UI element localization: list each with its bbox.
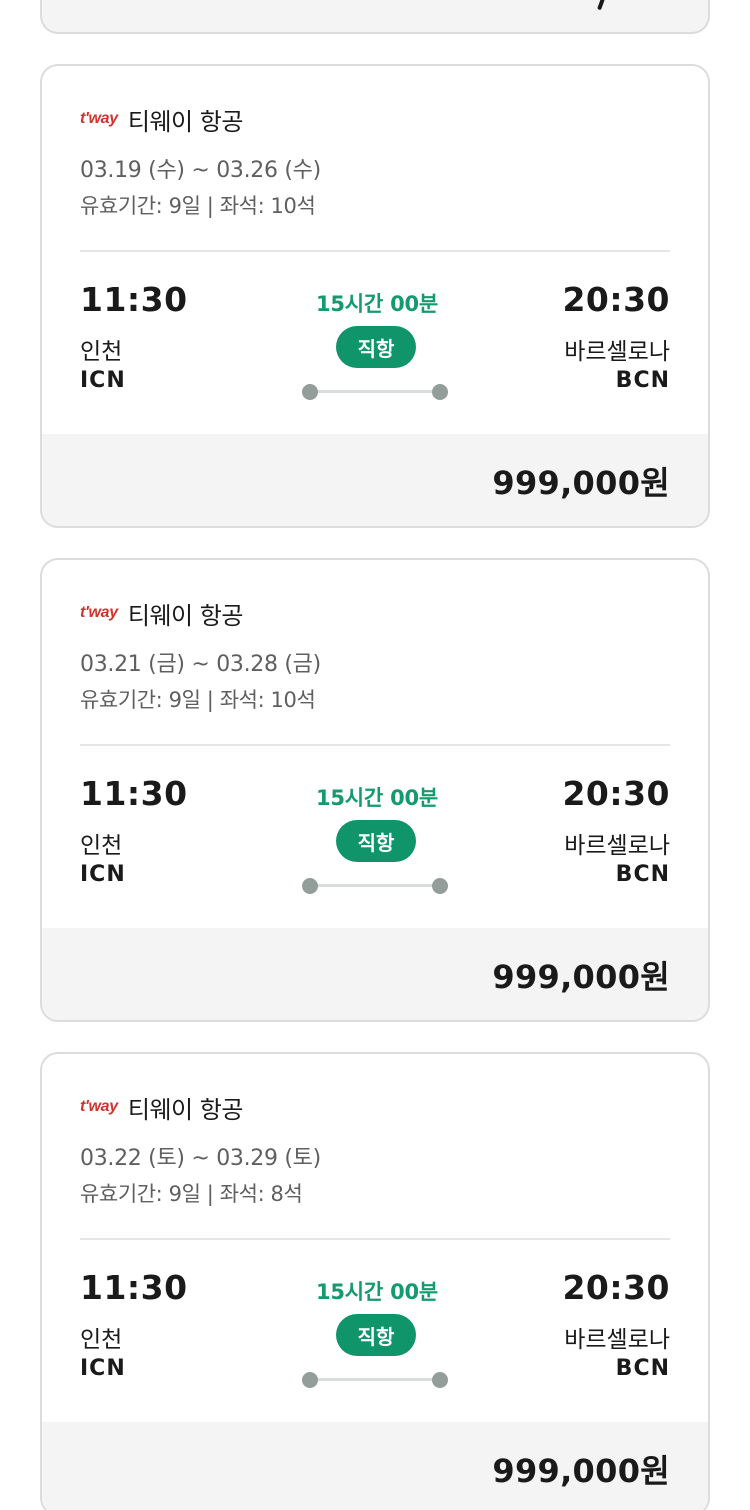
departure-code: ICN (80, 862, 126, 887)
route-end-dot-icon (432, 1372, 448, 1388)
direct-flight-badge: 직항 (336, 326, 416, 368)
arrival-time: 20:30 (562, 280, 670, 319)
arrival-code: BCN (615, 1356, 670, 1381)
airline-logo-icon: t'way (80, 604, 118, 621)
divider (80, 250, 670, 252)
airline-name: 티웨이 항공 (127, 601, 244, 630)
arrival-city: 바르셀로나 (564, 1327, 670, 1353)
price: 999,000원 (492, 464, 670, 502)
route-line (310, 1378, 442, 1381)
arrival-city: 바르셀로나 (564, 833, 670, 859)
route-start-dot-icon (302, 1372, 318, 1388)
validity-seats: 유효기간: 9일 | 좌석: 10석 (80, 194, 316, 218)
price-bar: 999,000원 (42, 1422, 708, 1510)
arrival-code: BCN (615, 368, 670, 393)
departure-city: 인천 (80, 339, 123, 365)
validity-seats: 유효기간: 9일 | 좌석: 10석 (80, 688, 316, 712)
previous-flight-card-partial[interactable] (40, 0, 710, 34)
divider (80, 744, 670, 746)
price-bar: 999,000원 (42, 928, 708, 1020)
direct-flight-badge: 직항 (336, 1314, 416, 1356)
airline-logo-icon: t'way (80, 1098, 118, 1115)
divider (80, 1238, 670, 1240)
direct-flight-badge: 직항 (336, 820, 416, 862)
price: 999,000원 (492, 958, 670, 996)
departure-city: 인천 (80, 1327, 123, 1353)
departure-code: ICN (80, 1356, 126, 1381)
departure-code: ICN (80, 368, 126, 393)
route-line (310, 884, 442, 887)
travel-dates: 03.22 (토) ~ 03.29 (토) (80, 1146, 321, 1171)
travel-dates: 03.21 (금) ~ 03.28 (금) (80, 652, 321, 677)
travel-dates: 03.19 (수) ~ 03.26 (수) (80, 158, 321, 183)
route-end-dot-icon (432, 878, 448, 894)
route-start-dot-icon (302, 878, 318, 894)
arrival-code: BCN (615, 862, 670, 887)
airline-row: t'way 티웨이 항공 (80, 596, 243, 630)
airline-row: t'way 티웨이 항공 (80, 102, 243, 136)
partial-price-glyph (596, 0, 606, 8)
airline-name: 티웨이 항공 (127, 107, 244, 136)
price: 999,000원 (492, 1452, 670, 1490)
route-end-dot-icon (432, 384, 448, 400)
arrival-city: 바르셀로나 (564, 339, 670, 365)
flight-card[interactable]: t'way 티웨이 항공 03.19 (수) ~ 03.26 (수) 유효기간:… (40, 64, 710, 528)
airline-row: t'way 티웨이 항공 (80, 1090, 243, 1124)
departure-city: 인천 (80, 833, 123, 859)
flight-card[interactable]: t'way 티웨이 항공 03.21 (금) ~ 03.28 (금) 유효기간:… (40, 558, 710, 1022)
flight-card[interactable]: t'way 티웨이 항공 03.22 (토) ~ 03.29 (토) 유효기간:… (40, 1052, 710, 1510)
airline-logo-icon: t'way (80, 110, 118, 127)
route-line (310, 390, 442, 393)
validity-seats: 유효기간: 9일 | 좌석: 8석 (80, 1182, 303, 1206)
price-bar: 999,000원 (42, 434, 708, 526)
arrival-time: 20:30 (562, 774, 670, 813)
airline-name: 티웨이 항공 (127, 1095, 244, 1124)
route-start-dot-icon (302, 384, 318, 400)
arrival-time: 20:30 (562, 1268, 670, 1307)
